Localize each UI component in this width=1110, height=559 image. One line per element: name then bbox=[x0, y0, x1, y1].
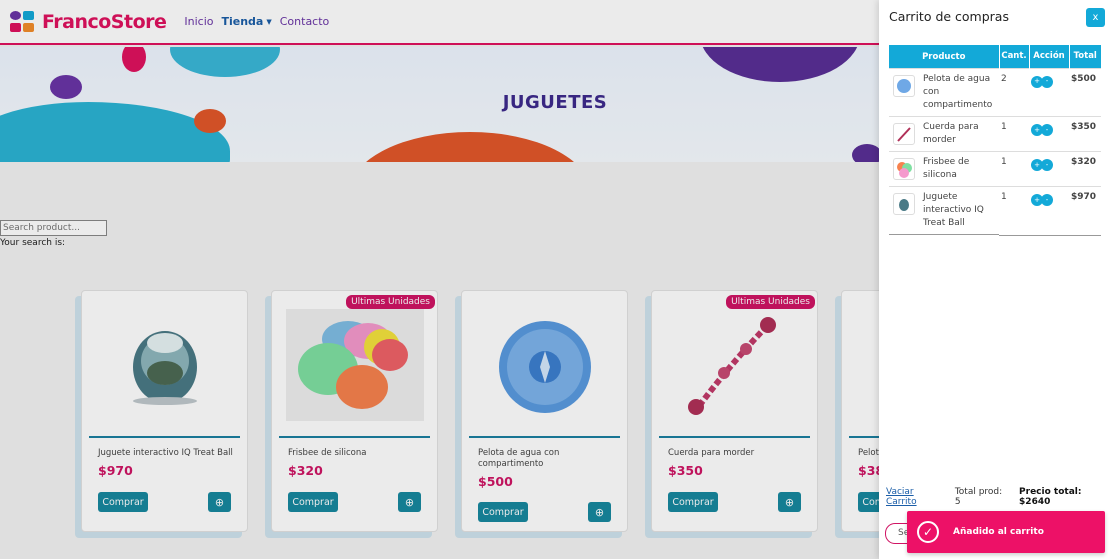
cart-item-qty: 1 bbox=[999, 115, 1029, 152]
cart-item-actions: + - bbox=[1029, 185, 1069, 236]
cart-panel: Carrito de compras x Producto Cant. Acci… bbox=[879, 0, 1110, 559]
product-thumbnail bbox=[893, 193, 915, 216]
minus-button[interactable]: - bbox=[1041, 75, 1053, 88]
cart-item-actions: + - bbox=[1029, 67, 1069, 117]
cart-header-qty: Cant. bbox=[999, 45, 1030, 68]
cart-header-action: Acción bbox=[1029, 45, 1070, 68]
minus-button[interactable]: - bbox=[1041, 123, 1053, 136]
cart-item-qty: 2 bbox=[999, 67, 1029, 117]
cart-table: Producto Cant. Acción Total Pelota de ag… bbox=[889, 45, 1101, 236]
cart-item-name: Pelota de agua con compartimento bbox=[923, 74, 993, 111]
cart-product-cell: Juguete interactivo IQ Treat Ball bbox=[889, 186, 999, 236]
cart-item-total: $320 bbox=[1069, 150, 1101, 187]
cart-row: Pelota de agua con compartimento 2 + - $5… bbox=[889, 67, 1101, 117]
cart-item-total: $970 bbox=[1069, 185, 1101, 236]
cart-item-name: Frisbee de silicona bbox=[923, 157, 970, 181]
cart-product-cell: Cuerda para morder bbox=[889, 116, 999, 151]
toast-message: Añadido al carrito bbox=[953, 527, 1044, 537]
cart-item-actions: + - bbox=[1029, 115, 1069, 152]
check-icon: ✓ bbox=[917, 521, 939, 543]
cart-row: Frisbee de silicona 1 + - $320 bbox=[889, 150, 1101, 187]
cart-product-cell: Frisbee de silicona bbox=[889, 151, 999, 186]
product-thumbnail bbox=[893, 75, 915, 97]
cart-row: Cuerda para morder 1 + - $350 bbox=[889, 115, 1101, 152]
minus-button[interactable]: - bbox=[1041, 193, 1053, 206]
toast-notification: ✓ Añadido al carrito bbox=[907, 511, 1105, 553]
cart-item-total: $350 bbox=[1069, 115, 1101, 152]
cart-title: Carrito de compras bbox=[889, 9, 1009, 24]
cart-item-total: $500 bbox=[1069, 67, 1101, 117]
cart-header-total: Total bbox=[1069, 45, 1101, 68]
cart-row: Juguete interactivo IQ Treat Ball 1 + - $… bbox=[889, 185, 1101, 236]
product-thumbnail bbox=[893, 158, 915, 181]
close-button[interactable]: x bbox=[1086, 8, 1105, 27]
total-products: Total prod: 5 bbox=[954, 487, 1003, 507]
cart-item-qty: 1 bbox=[999, 185, 1029, 236]
backdrop-overlay[interactable] bbox=[0, 0, 879, 559]
cart-item-name: Cuerda para morder bbox=[923, 122, 979, 146]
cart-item-actions: + - bbox=[1029, 150, 1069, 187]
total-price: Precio total: $2640 bbox=[1019, 487, 1082, 507]
cart-item-qty: 1 bbox=[999, 150, 1029, 187]
cart-footer: Vaciar Carrito Total prod: 5 Precio tota… bbox=[886, 487, 1106, 507]
empty-cart-link[interactable]: Vaciar Carrito bbox=[886, 487, 941, 507]
product-thumbnail bbox=[893, 123, 915, 146]
cart-product-cell: Pelota de agua con compartimento bbox=[889, 68, 999, 116]
minus-button[interactable]: - bbox=[1041, 158, 1053, 171]
cart-item-name: Juguete interactivo IQ Treat Ball bbox=[923, 192, 984, 229]
cart-header-product: Producto bbox=[889, 45, 1000, 68]
